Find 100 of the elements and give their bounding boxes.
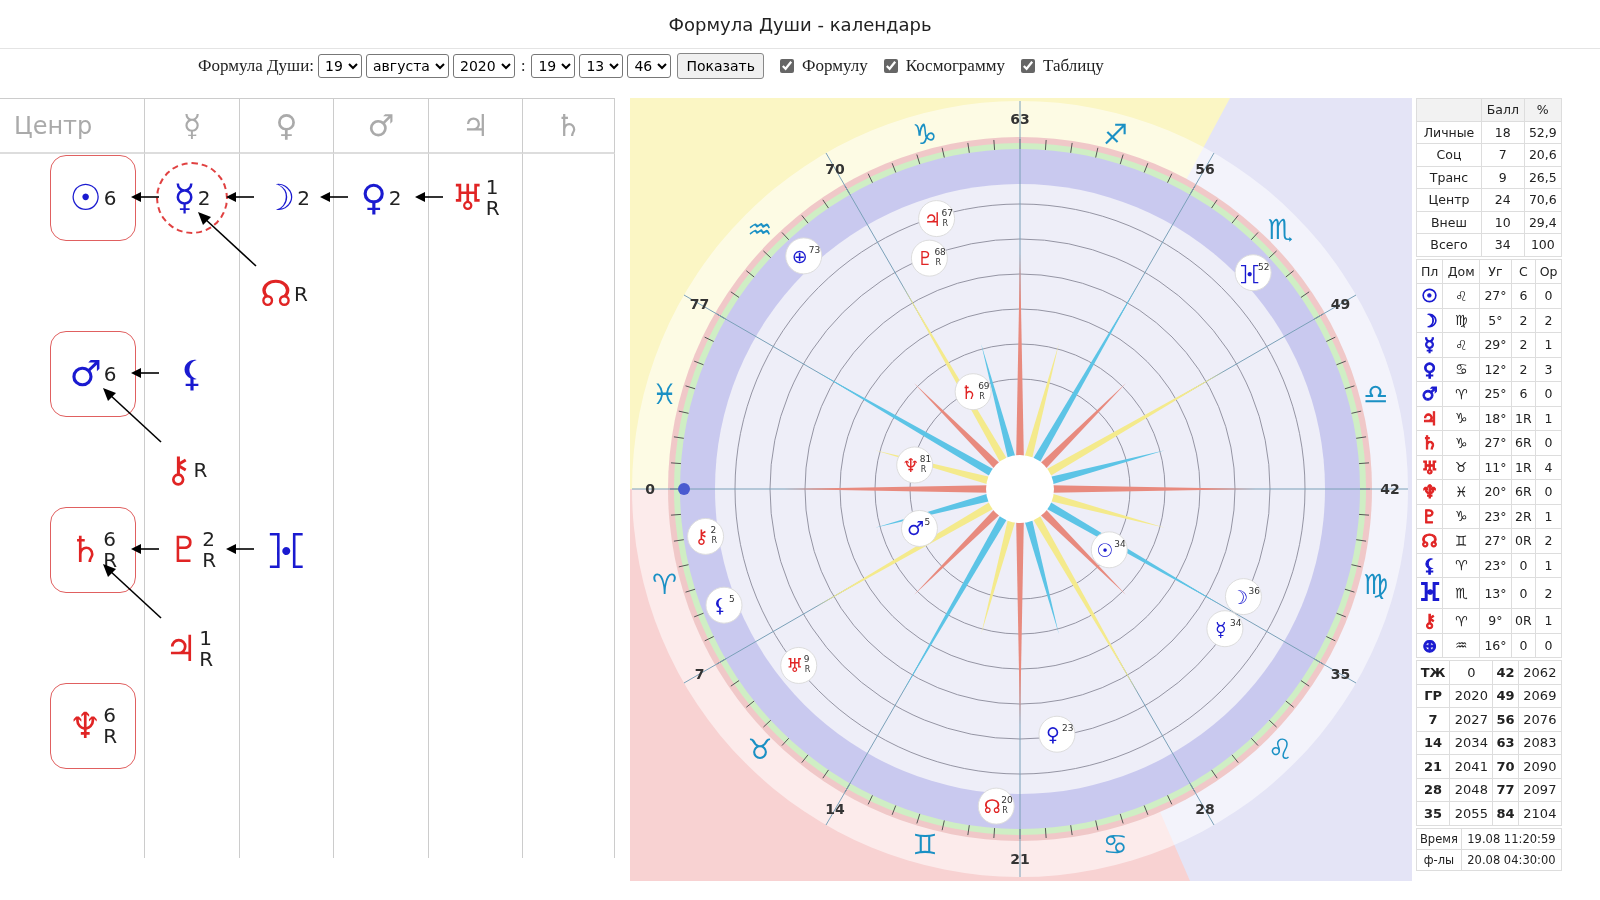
checkbox-label: Космограмму (905, 56, 1005, 76)
table-cell: 13° (1479, 577, 1512, 609)
planet-symbol: ⊕ (791, 244, 808, 267)
table-cell: ♌ (1442, 332, 1480, 357)
table-cell: Внеш (1416, 211, 1482, 234)
date-select[interactable]: 19 (531, 54, 576, 78)
planet-score: 6 (103, 187, 117, 209)
checkbox[interactable] (780, 59, 794, 73)
zodiac-sign: ♈ (652, 568, 678, 602)
table-cell: 1R (1511, 406, 1536, 431)
table-cell: 2055 (1449, 801, 1493, 825)
age-label: 42 (1380, 481, 1400, 497)
table-cell: 100 (1524, 233, 1562, 256)
planet-symbol: ♆ (1416, 479, 1443, 504)
table-cell: 2097 (1518, 778, 1562, 802)
show-button[interactable]: Показать (677, 53, 764, 79)
age-number: 73 (808, 244, 821, 255)
table-cell: 2 (1535, 577, 1562, 609)
table-cell: 7 (1416, 707, 1450, 731)
table-cell: 77 (1493, 778, 1519, 802)
table-cell: 19.08 11:20:59 (1461, 828, 1562, 849)
date-select[interactable]: 2020 (453, 54, 515, 78)
table-cell: 35 (1416, 801, 1450, 825)
table-cell: 24 (1481, 188, 1525, 211)
planet-symbol: ♃ (924, 207, 942, 230)
table-cell: 23° (1479, 504, 1512, 529)
table-cell: 6R (1511, 479, 1536, 504)
zodiac-sign: ♋ (1102, 828, 1128, 862)
date-select[interactable]: 46 (627, 54, 672, 78)
age-number: 69 (978, 380, 990, 391)
table-cell: 16° (1479, 633, 1512, 658)
planet-symbol: ⯘ (268, 532, 305, 568)
age-number: 81 (919, 453, 932, 464)
retrograde-mark: R (711, 536, 718, 546)
age-number: 9 (803, 654, 810, 665)
zodiac-sign: ♊ (912, 828, 938, 862)
table-cell: ♒ (1442, 633, 1480, 658)
planet-score: 1 (485, 177, 500, 198)
table-cell: 10 (1481, 211, 1525, 234)
table-cell: 63 (1493, 731, 1519, 755)
table-cell: ♊ (1442, 528, 1480, 553)
planet-symbol: ♃ (165, 631, 198, 667)
table-cell: Соц (1416, 143, 1482, 166)
table-header: Уг (1479, 259, 1512, 284)
planet-symbol: ⯘ (1239, 261, 1259, 284)
table-cell: 49 (1493, 684, 1519, 708)
table-cell: ♈ (1442, 608, 1480, 633)
table-cell: 1 (1535, 504, 1562, 529)
table-cell: 5° (1479, 308, 1512, 333)
zodiac-sign: ♓ (652, 377, 678, 411)
age-label: 21 (1010, 851, 1030, 867)
planet-score: 6 (103, 705, 117, 726)
table-cell: ♌ (1442, 283, 1480, 308)
planet-symbol: ⚷ (694, 525, 709, 548)
checkbox[interactable] (883, 59, 898, 73)
planet-score: 2 (202, 529, 216, 550)
formula-label: Формула Души: (198, 56, 314, 76)
table-cell: 2 (1511, 332, 1536, 357)
table-cell: Всего (1416, 233, 1482, 256)
checkbox[interactable] (1020, 59, 1035, 73)
table-cell: ♈ (1442, 381, 1480, 406)
arrow-icon (320, 190, 348, 204)
table-cell: 2076 (1518, 707, 1562, 731)
table-cell: ♋ (1442, 357, 1480, 382)
planet-symbol: ♇ (916, 247, 934, 270)
age-number: 23 (1061, 723, 1074, 734)
retrograde-mark: R (202, 550, 217, 571)
table-cell: 20.08 04:30:00 (1461, 849, 1562, 870)
table-cell: ф-лы (1416, 849, 1462, 870)
planet-symbol: ♄ (1416, 430, 1443, 455)
table-cell: 2041 (1449, 754, 1493, 778)
age-label: 63 (1010, 111, 1030, 127)
planet-symbol: ♅ (451, 180, 484, 216)
age-number: 52 (1258, 261, 1270, 272)
table-cell: 84 (1493, 801, 1519, 825)
planet-symbol: ☉ (69, 180, 102, 216)
table-cell: 9 (1481, 166, 1525, 189)
date-select[interactable]: августа (366, 54, 449, 78)
retrograde-mark: R (103, 550, 118, 571)
retrograde-mark: R (485, 198, 500, 219)
age-number: 34 (1114, 538, 1126, 549)
table-cell: 1 (1535, 332, 1562, 357)
planet-score: 1 (199, 628, 213, 649)
table-cell: 0 (1535, 430, 1562, 455)
planet-symbol: ⊕ (1416, 633, 1443, 658)
age-number: 5 (729, 594, 735, 605)
age-label: 14 (825, 801, 845, 818)
planet-symbol: ⚷ (1416, 608, 1443, 633)
table-cell: 6 (1511, 381, 1536, 406)
planet-score: 6 (103, 363, 117, 385)
date-select[interactable]: 13 (579, 54, 624, 78)
retrograde-mark: R (103, 726, 118, 747)
planet-symbol: ⚸ (178, 356, 206, 392)
date-select[interactable]: 19 (318, 54, 362, 78)
arrow-icon (131, 366, 159, 380)
planet-symbol: ☿ (1215, 617, 1227, 640)
planet-symbol: ☉ (1416, 283, 1443, 308)
table-cell: 4 (1535, 455, 1562, 480)
zodiac-sign: ♉ (747, 733, 773, 767)
planet-symbol: ♂ (906, 517, 924, 540)
